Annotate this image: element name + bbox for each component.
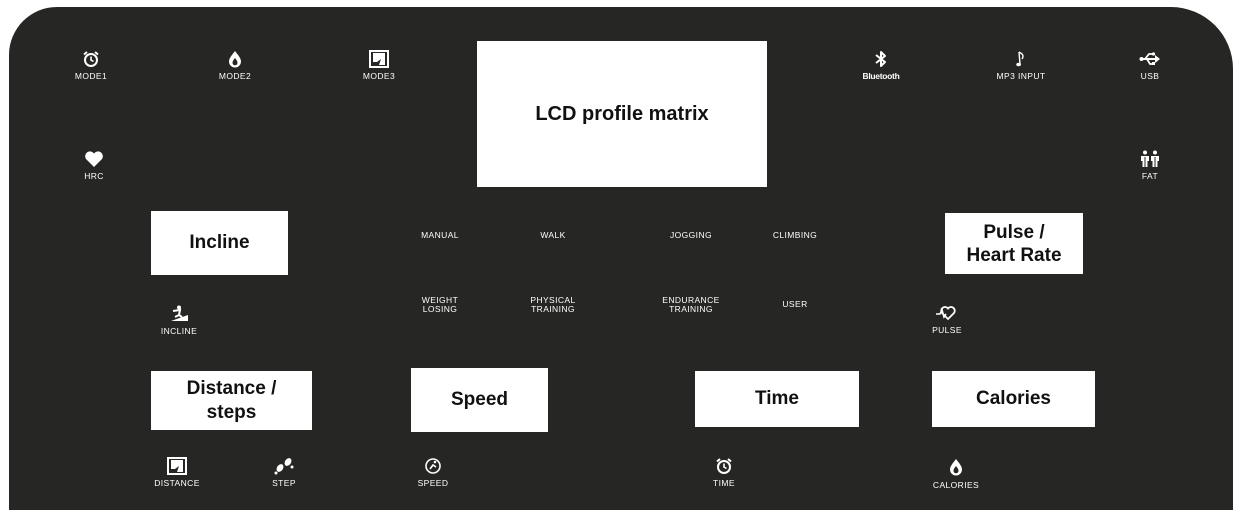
pulse-display-line1: Pulse / <box>983 221 1045 243</box>
heart-pulse-icon <box>936 306 956 321</box>
usb-indicator: USB <box>1105 50 1195 81</box>
treadmill-console-panel: LCD profile matrix MODE1 MODE2 MODE3 Blu… <box>9 7 1233 510</box>
program-user: USER <box>740 300 850 309</box>
program-endurance-training: ENDURANCE TRAINING <box>636 296 746 314</box>
usb-label: USB <box>1140 71 1160 81</box>
speed-indicator-label: SPEED <box>417 478 449 488</box>
pulse-display: Pulse / Heart Rate <box>945 213 1083 274</box>
usb-icon <box>1139 52 1160 65</box>
pulse-indicator: PULSE <box>904 304 990 335</box>
distance-indicator: DISTANCE <box>134 457 220 488</box>
program-manual-label: MANUAL <box>421 230 459 240</box>
time-display-label: Time <box>754 388 799 409</box>
time-indicator: TIME <box>681 457 767 488</box>
footsteps-icon <box>274 458 294 475</box>
incline-indicator: INCLINE <box>136 305 222 336</box>
lcd-profile-matrix: LCD profile matrix <box>477 41 767 187</box>
program-climbing: CLIMBING <box>740 231 850 240</box>
program-walk-label: WALK <box>540 230 566 240</box>
time-display: Time <box>695 371 859 427</box>
calories-display: Calories <box>932 371 1095 427</box>
music-note-icon <box>1016 51 1024 67</box>
calories-display-label: Calories <box>976 388 1051 409</box>
pulse-indicator-label: PULSE <box>932 325 962 335</box>
flame-icon <box>950 459 962 476</box>
hrc-label: HRC <box>84 171 104 181</box>
step-indicator-label: STEP <box>272 478 296 488</box>
program-jogging-label: JOGGING <box>670 230 712 240</box>
incline-display-label: Incline <box>189 232 250 253</box>
flame-icon <box>229 51 241 68</box>
calories-indicator-label: CALORIES <box>932 480 980 490</box>
program-physical-training: PHYSICAL TRAINING <box>498 296 608 314</box>
calories-indicator: CALORIES <box>913 457 999 490</box>
program-weight-label-line2: LOSING <box>422 304 458 314</box>
mode1-label: MODE1 <box>74 71 108 81</box>
program-manual: MANUAL <box>385 231 495 240</box>
mode3-indicator: MODE3 <box>334 50 424 81</box>
mp3-input-indicator: MP3 INPUT <box>976 50 1066 81</box>
alarm-clock-icon <box>83 51 99 67</box>
mode2-indicator: MODE2 <box>190 50 280 81</box>
speed-display-label: Speed <box>450 389 509 410</box>
program-user-label: USER <box>782 299 808 309</box>
fat-indicator: FAT <box>1105 150 1195 181</box>
bluetooth-label: Bluetooth <box>862 71 900 81</box>
pulse-display-line2: Heart Rate <box>966 244 1062 266</box>
mode1-indicator: MODE1 <box>46 50 136 81</box>
fat-label: FAT <box>1141 171 1159 181</box>
program-endurance-label-line2: TRAINING <box>669 304 713 314</box>
speed-indicator: SPEED <box>390 457 476 488</box>
runner-incline-icon <box>171 305 188 321</box>
distance-display: Distance / steps <box>151 371 312 430</box>
distance-indicator-label: DISTANCE <box>154 478 200 488</box>
alarm-clock-icon <box>716 458 732 474</box>
bluetooth-indicator: Bluetooth <box>836 50 926 81</box>
mp3-label: MP3 INPUT <box>996 71 1046 81</box>
distance-display-line2: steps <box>206 401 257 423</box>
hrc-indicator: HRC <box>49 150 139 181</box>
bluetooth-icon <box>875 51 886 67</box>
incline-indicator-label: INCLINE <box>160 326 198 336</box>
speed-display: Speed <box>411 368 548 432</box>
flag-icon <box>369 50 389 68</box>
mode3-label: MODE3 <box>362 71 396 81</box>
program-weight-losing: WEIGHT LOSING <box>385 296 495 314</box>
flag-icon <box>167 457 187 475</box>
program-walk: WALK <box>498 231 608 240</box>
lcd-label: LCD profile matrix <box>535 102 709 125</box>
time-indicator-label: TIME <box>713 478 735 488</box>
people-icon <box>1141 150 1159 167</box>
heart-icon <box>85 151 103 167</box>
step-indicator: STEP <box>241 457 327 488</box>
speedometer-icon <box>425 458 441 474</box>
incline-display: Incline <box>151 211 288 275</box>
program-physical-label-line2: TRAINING <box>531 304 575 314</box>
program-climbing-label: CLIMBING <box>772 230 818 240</box>
program-jogging: JOGGING <box>636 231 746 240</box>
distance-display-line1: Distance / <box>186 377 277 399</box>
mode2-label: MODE2 <box>218 71 252 81</box>
